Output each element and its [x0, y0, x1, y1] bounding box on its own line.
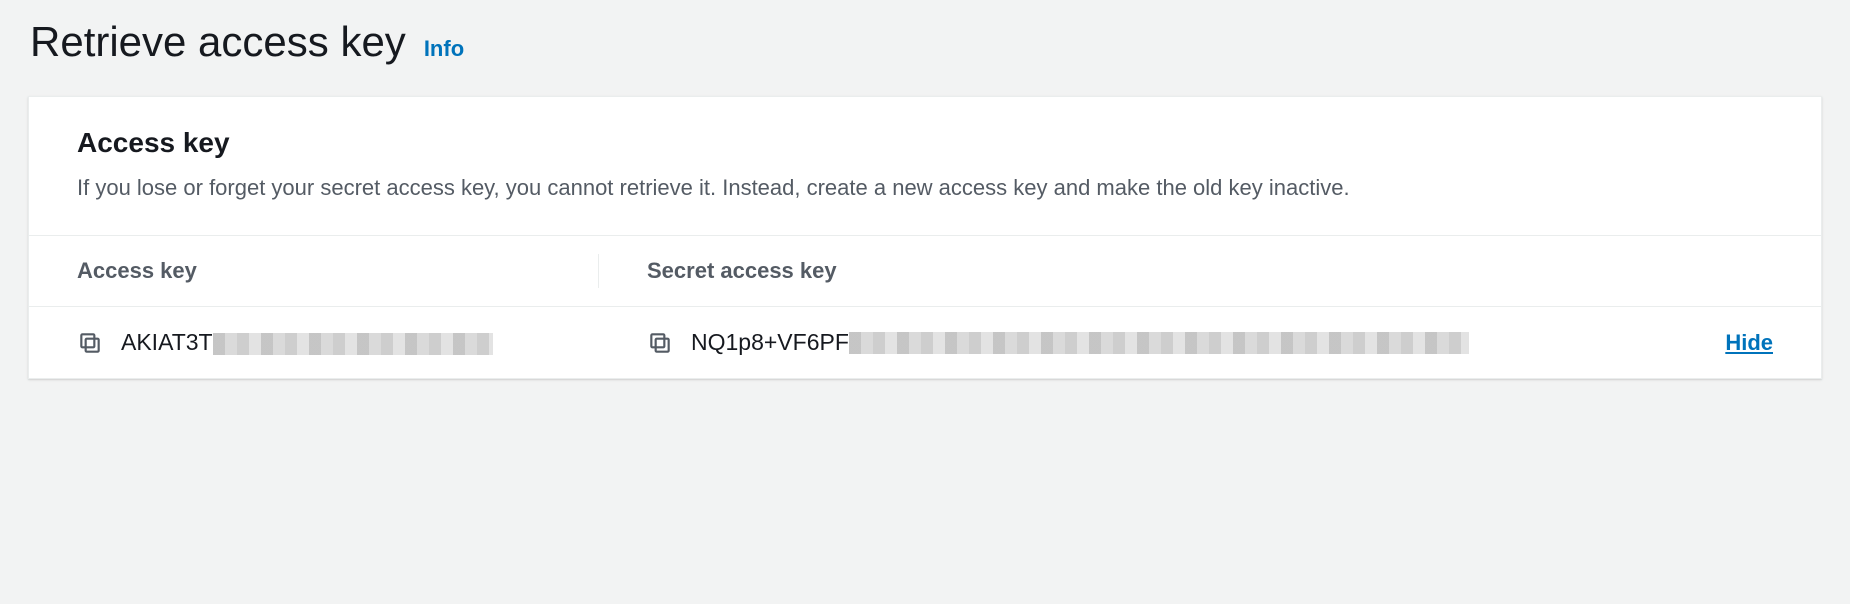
copy-secret-key-button[interactable] — [647, 330, 673, 356]
redacted-segment — [213, 333, 493, 355]
secret-key-value: NQ1p8+VF6PF — [691, 329, 1695, 356]
info-link[interactable]: Info — [424, 36, 464, 62]
copy-icon — [77, 330, 103, 356]
columns-header: Access key Secret access key — [29, 236, 1821, 307]
hide-secret-button[interactable]: Hide — [1725, 330, 1773, 356]
access-key-value: AKIAT3T — [121, 329, 493, 356]
column-header-access-key: Access key — [29, 236, 599, 306]
copy-icon — [647, 330, 673, 356]
table-row: AKIAT3T NQ1p8+VF6PF Hide — [29, 307, 1821, 378]
panel-description: If you lose or forget your secret access… — [77, 171, 1497, 205]
redacted-segment — [849, 332, 1469, 354]
panel-title: Access key — [77, 127, 1773, 159]
page-title: Retrieve access key — [30, 18, 406, 66]
copy-access-key-button[interactable] — [77, 330, 103, 356]
access-key-panel: Access key If you lose or forget your se… — [28, 96, 1822, 379]
column-header-secret-key: Secret access key — [599, 236, 1821, 306]
